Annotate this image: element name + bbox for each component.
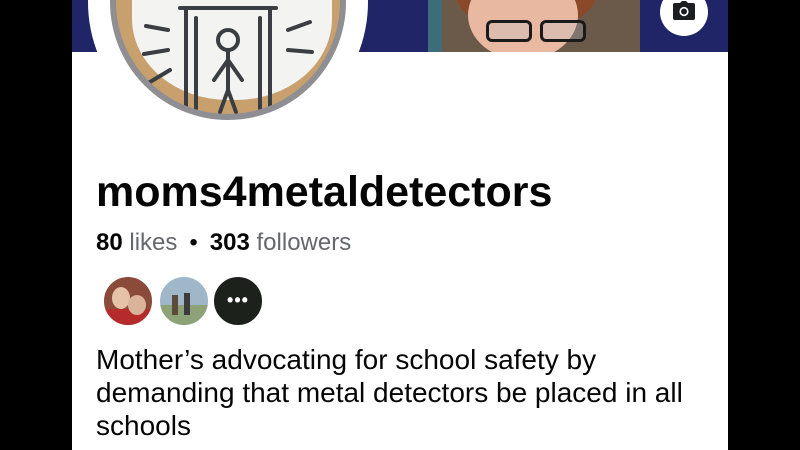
more-icon: ••• — [227, 290, 249, 310]
page-bio: Mother’s advocating for school safety by… — [96, 344, 683, 441]
likes-label[interactable]: likes — [129, 229, 177, 256]
profile-page: moms4metaldetectors 80 likes • 303 followe… — [72, 0, 728, 450]
follower-avatar[interactable] — [102, 275, 154, 327]
followers-count: 303 — [209, 229, 250, 256]
follower-avatar[interactable] — [158, 275, 210, 327]
camera-icon — [673, 1, 695, 20]
page-name: moms4metaldetectors — [96, 168, 553, 216]
cover-photo[interactable] — [428, 0, 640, 52]
edit-cover-photo-button[interactable] — [660, 0, 708, 36]
metal-detector-logo — [142, 6, 314, 114]
likes-count: 80 — [96, 229, 123, 256]
avatar — [110, 0, 346, 120]
profile-picture[interactable] — [88, 0, 368, 142]
page-stats: 80 likes • 303 followers — [96, 229, 351, 257]
more-followers-button[interactable]: ••• — [212, 275, 264, 327]
stats-separator: • — [189, 229, 198, 256]
followers-label[interactable]: followers — [257, 229, 352, 256]
